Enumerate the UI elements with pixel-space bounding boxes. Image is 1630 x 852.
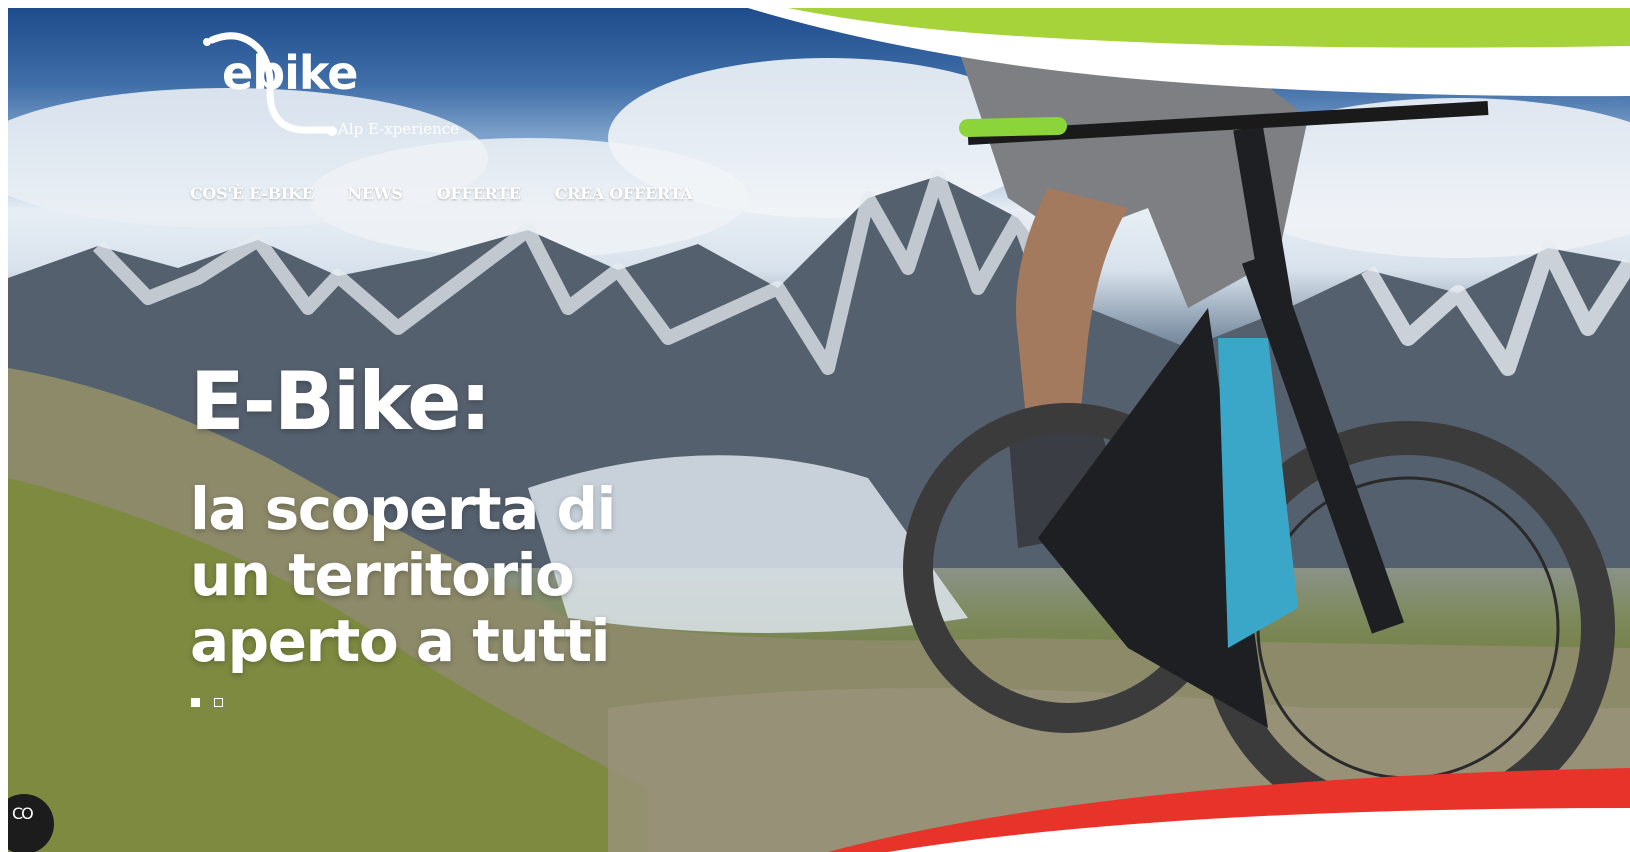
brand-logo[interactable]: ebike Alp E-xperience [200, 32, 470, 142]
nav-item-offerte[interactable]: OFFERTE [437, 184, 521, 203]
co-circle-icon: CO [12, 804, 34, 823]
main-navigation: COS'È E-BIKE NEWS OFFERTE CREA OFFERTA [190, 184, 693, 203]
logo-tagline: Alp E-xperience [338, 120, 460, 138]
slide-dot-1[interactable] [191, 698, 200, 707]
nav-item-news[interactable]: NEWS [348, 184, 403, 203]
hero-subtitle: la scoperta di un territorio aperto a tu… [190, 475, 616, 675]
slide-dot-2[interactable] [214, 698, 223, 707]
hero-banner: ebike Alp E-xperience COS'È E-BIKE NEWS … [8, 8, 1630, 852]
nav-item-cos-e-ebike[interactable]: COS'È E-BIKE [190, 184, 314, 203]
nav-item-crea-offerta[interactable]: CREA OFFERTA [555, 184, 693, 203]
slider-pagination [191, 698, 223, 707]
logo-text: ebike [222, 46, 358, 100]
page-frame: ebike Alp E-xperience COS'È E-BIKE NEWS … [8, 8, 1630, 852]
hero-title: E-Bike: [190, 355, 492, 448]
